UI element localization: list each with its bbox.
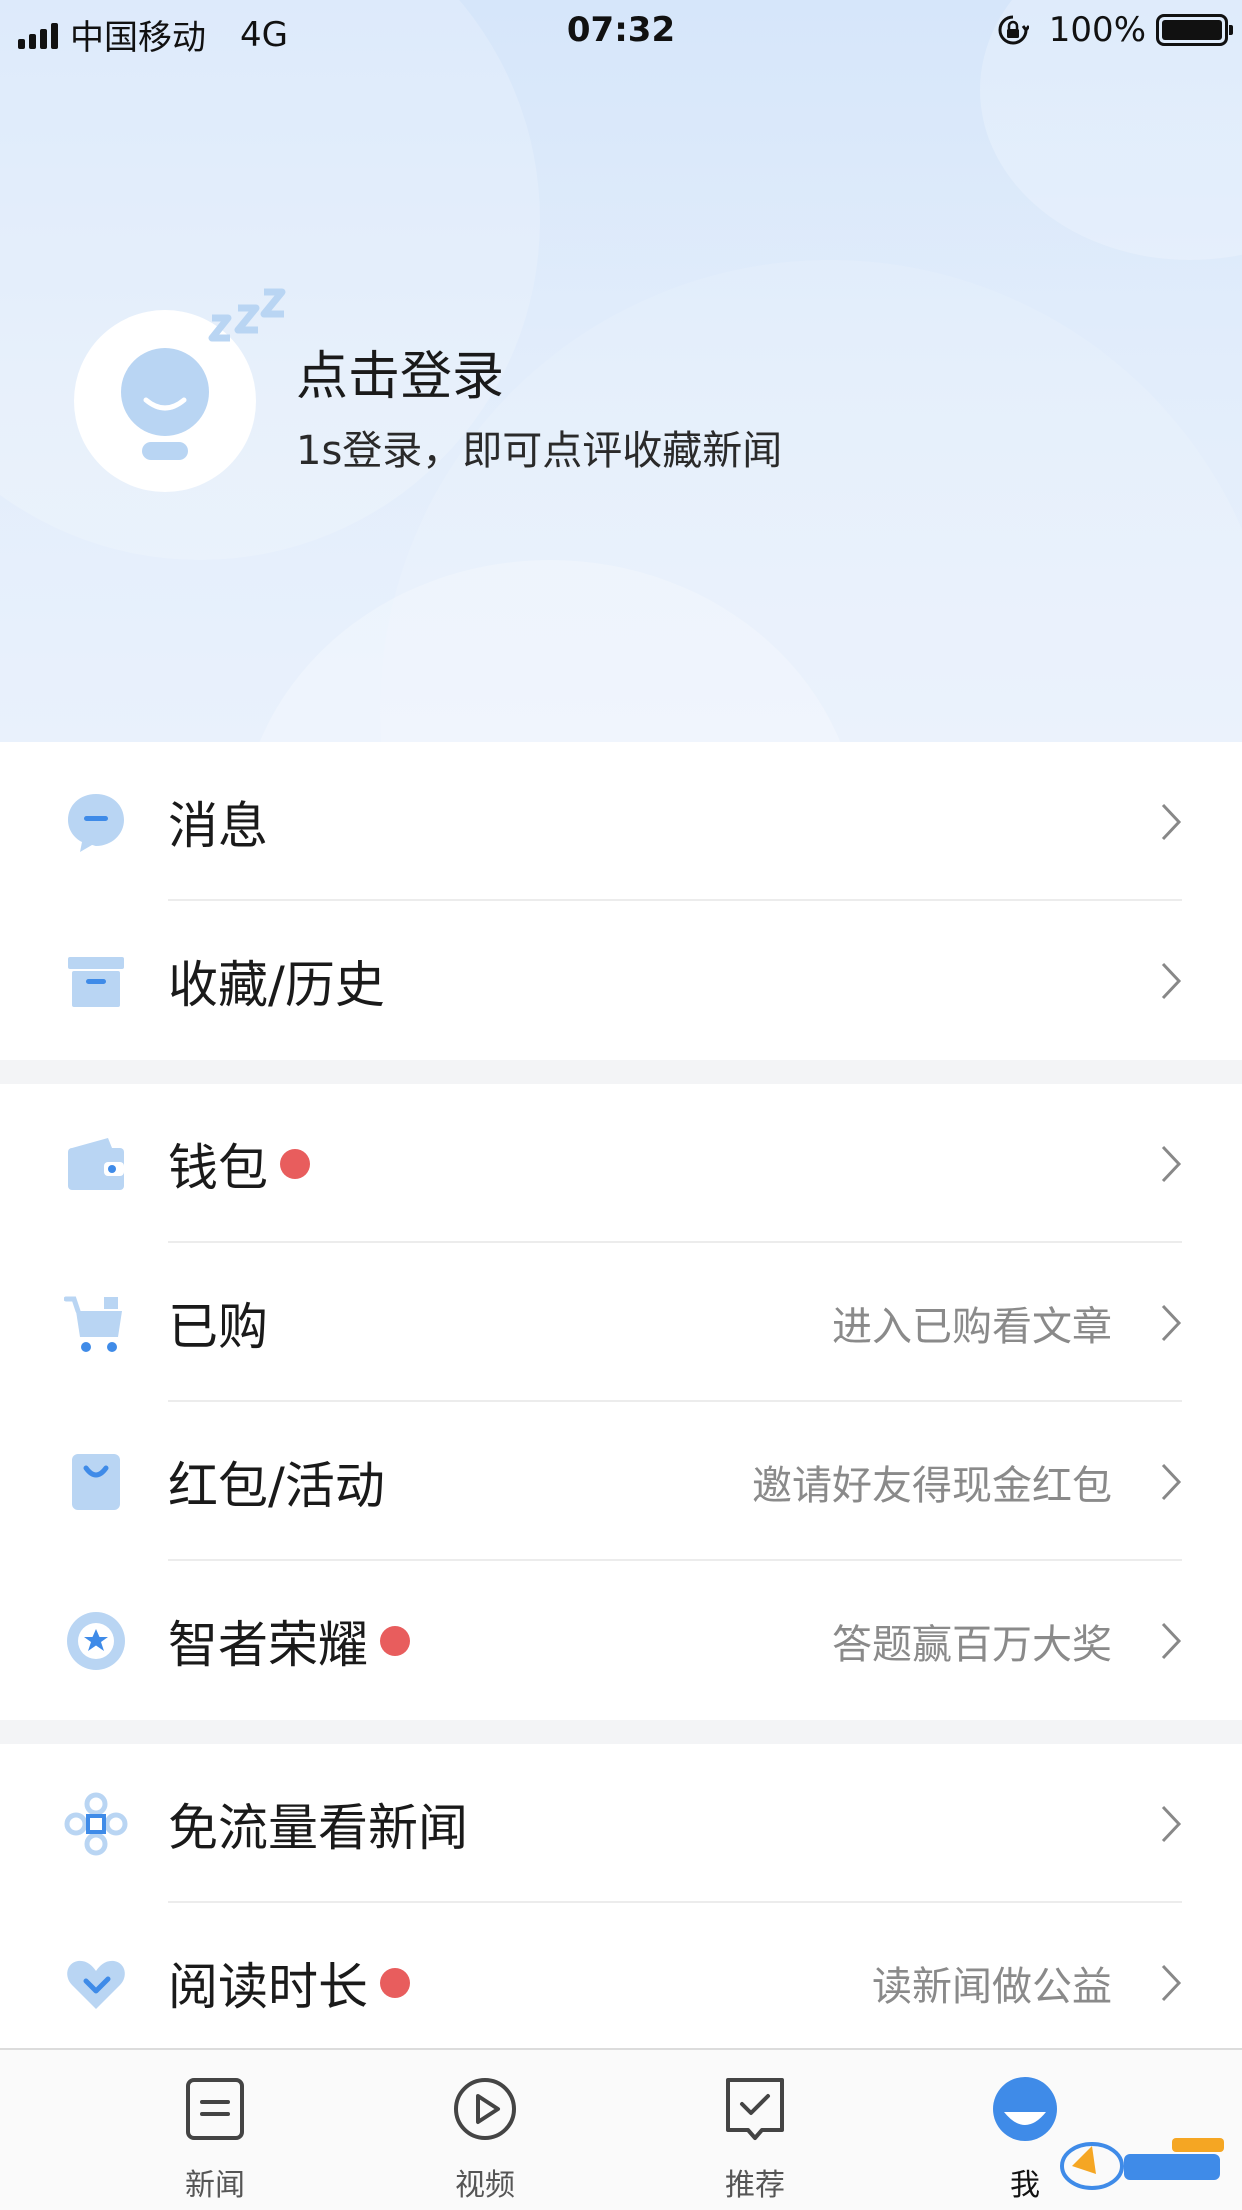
chevron-right-icon — [1161, 1622, 1182, 1659]
menu-item-label: 消息 — [168, 796, 268, 855]
shopping-cart-icon — [64, 1296, 122, 1352]
site-watermark-logo — [1060, 2138, 1224, 2190]
tab-video[interactable]: 视频 — [425, 2074, 545, 2204]
tab-recommend[interactable]: 推荐 — [695, 2074, 815, 2204]
menu-item-favorites-history[interactable]: 收藏/历史 — [0, 901, 1242, 1060]
menu-item-label: 红包/活动 — [168, 1456, 385, 1515]
menu-item-wallet[interactable]: 钱包 — [0, 1084, 1242, 1243]
menu-group: 免流量看新闻 阅读时长 读新闻做公益 — [0, 1744, 1242, 2062]
menu-item-wisdom-glory[interactable]: 智者荣耀 答题赢百万大奖 — [0, 1561, 1242, 1720]
chevron-right-icon — [1161, 1304, 1182, 1341]
menu-item-label: 已购 — [168, 1297, 268, 1356]
menu-item-label: 收藏/历史 — [168, 955, 385, 1014]
menu-item-red-packet-events[interactable]: 红包/活动 邀请好友得现金红包 — [0, 1402, 1242, 1561]
menu-item-reading-time[interactable]: 阅读时长 读新闻做公益 — [0, 1903, 1242, 2062]
menu-item-purchased[interactable]: 已购 进入已购看文章 — [0, 1243, 1242, 1402]
menu-item-label: 钱包 — [168, 1138, 268, 1197]
recommend-check-icon — [726, 2078, 784, 2140]
battery-percent: 100% — [1048, 10, 1146, 50]
section-separator — [0, 1060, 1242, 1084]
message-icon — [68, 793, 124, 852]
menu-item-hint: 邀请好友得现金红包 — [752, 1462, 1112, 1509]
profile-header: 中国移动 4G 07:32 100% 点击登录 1s登录，即可点评收藏新闻 — [0, 0, 1242, 742]
menu-item-label: 阅读时长 — [168, 1957, 368, 2016]
menu-item-label: 智者荣耀 — [168, 1615, 368, 1674]
chevron-right-icon — [1161, 962, 1182, 999]
menu-group: 消息 收藏/历史 — [0, 742, 1242, 1060]
heart-hand-icon — [67, 1960, 125, 2009]
play-circle-icon — [454, 2078, 516, 2140]
badge-star-icon — [67, 1611, 125, 1670]
chevron-right-icon — [1161, 803, 1182, 840]
chevron-right-icon — [1161, 1463, 1182, 1500]
menu-item-hint: 进入已购看文章 — [832, 1303, 1112, 1350]
status-bar: 中国移动 4G 07:32 100% — [0, 0, 1242, 62]
battery-icon — [1156, 14, 1233, 46]
menu-group: 钱包 已购 进入已购看文章 红包/活动 邀请好友得现金红包 智者荣耀 答题赢百万… — [0, 1084, 1242, 1720]
red-packet-icon — [72, 1453, 120, 1510]
menu-item-free-data-news[interactable]: 免流量看新闻 — [0, 1744, 1242, 1903]
chevron-right-icon — [1161, 1964, 1182, 2001]
rotation-lock-icon — [998, 15, 1029, 45]
wallet-icon — [68, 1137, 124, 1190]
chevron-right-icon — [1161, 1145, 1182, 1182]
login-subtitle: 1s登录，即可点评收藏新闻 — [296, 428, 783, 474]
news-doc-icon — [186, 2078, 244, 2140]
china-unicom-knot-icon — [64, 1792, 128, 1855]
profile-face-icon — [993, 2077, 1057, 2141]
menu-item-hint: 答题赢百万大奖 — [832, 1621, 1112, 1668]
sleep-zzz-icon — [208, 288, 286, 342]
menu-item-messages[interactable]: 消息 — [0, 742, 1242, 901]
notification-dot — [280, 1148, 310, 1179]
section-separator — [0, 1720, 1242, 1744]
tab-label: 视频 — [455, 2168, 515, 2203]
login-title[interactable]: 点击登录 — [296, 334, 504, 409]
notification-dot — [380, 1625, 410, 1656]
tab-label: 新闻 — [185, 2168, 245, 2203]
menu-item-hint: 读新闻做公益 — [872, 1963, 1112, 2010]
menu-item-label: 免流量看新闻 — [168, 1798, 468, 1857]
chevron-right-icon — [1161, 1805, 1182, 1842]
archive-box-icon — [68, 956, 124, 1007]
notification-dot — [380, 1967, 410, 1998]
tab-news[interactable]: 新闻 — [155, 2074, 275, 2204]
tab-label: 推荐 — [725, 2168, 785, 2203]
